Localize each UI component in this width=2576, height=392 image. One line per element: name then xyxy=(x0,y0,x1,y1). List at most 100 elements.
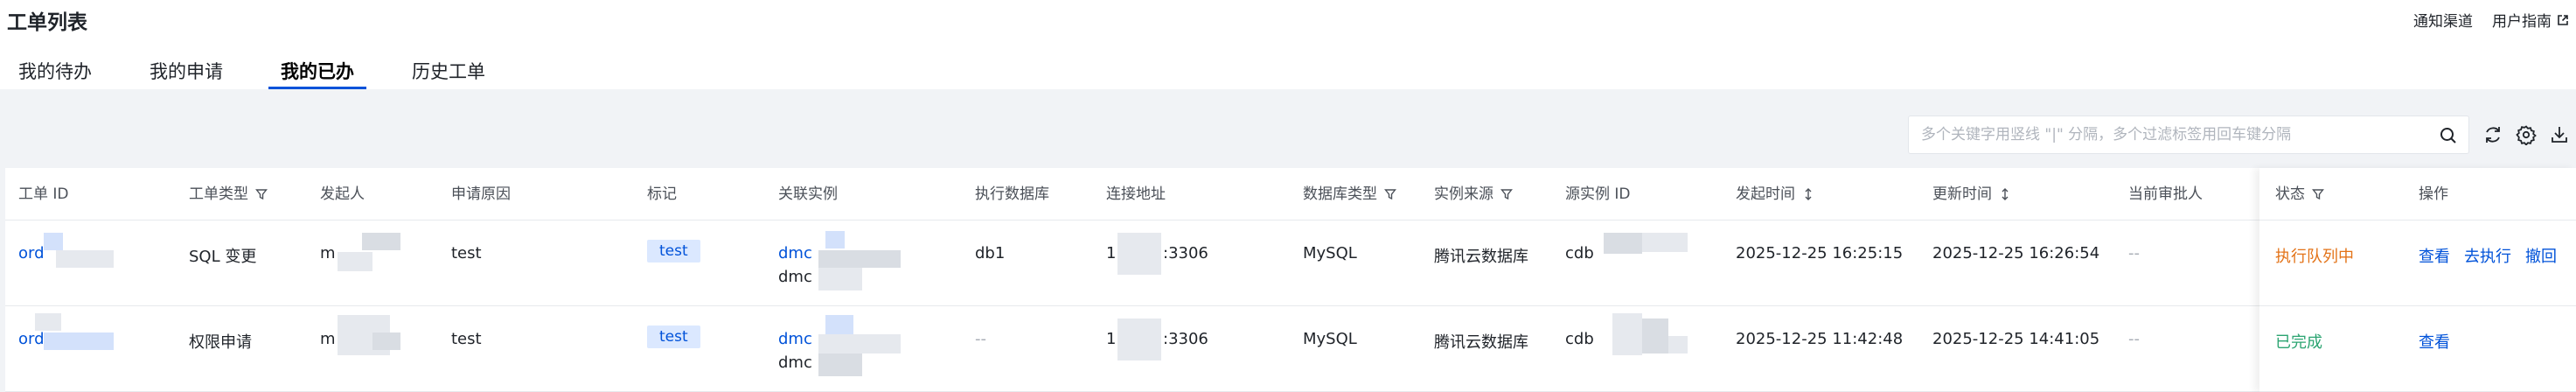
col-instance: 关联实例 xyxy=(778,186,838,203)
col-order-id: 工单 ID xyxy=(18,186,69,203)
mark-cell: test xyxy=(647,326,700,348)
redaction-mask xyxy=(1117,318,1161,360)
instance-name: dmc xyxy=(778,268,812,286)
table-header: 工单 ID 工单类型 发起人 申请原因 标记 关联实例 执行数据库 连接地址 数… xyxy=(5,168,2576,220)
view-button[interactable]: 查看 xyxy=(2419,330,2450,353)
redaction-mask xyxy=(1642,318,1668,354)
filter-icon[interactable] xyxy=(2312,188,2324,200)
page-title: 工单列表 xyxy=(7,11,87,34)
redaction-mask xyxy=(35,313,61,331)
redaction-mask xyxy=(44,332,114,350)
redaction-mask xyxy=(44,233,63,250)
status-badge: 执行队列中 xyxy=(2275,248,2354,266)
redaction-mask xyxy=(362,233,400,250)
source-instance-id: cdb xyxy=(1565,330,1594,348)
redaction-mask xyxy=(1642,233,1688,252)
approver: -- xyxy=(2128,330,2140,348)
updated-time: 2025-12-25 16:26:54 xyxy=(1932,244,2100,262)
redaction-mask xyxy=(1668,336,1688,354)
approver: -- xyxy=(2128,244,2140,262)
exec-db: db1 xyxy=(975,244,1006,262)
initiator: m xyxy=(320,330,336,348)
table-toolbar xyxy=(1908,114,2576,156)
address-prefix: 1 xyxy=(1106,244,1117,262)
created-time: 2025-12-25 16:25:15 xyxy=(1736,244,1904,262)
sort-icon[interactable] xyxy=(1802,188,1814,200)
refresh-button[interactable] xyxy=(2476,116,2510,154)
header-links: 通知渠道 用户指南 xyxy=(2413,9,2569,31)
redaction-mask xyxy=(818,334,901,354)
initiator: m xyxy=(320,244,336,262)
order-id-link[interactable]: ord xyxy=(18,244,45,262)
fixed-table-header: 状态 操作 xyxy=(2259,168,2576,220)
col-order-type: 工单类型 xyxy=(189,168,268,220)
mark-tag: test xyxy=(647,326,700,348)
table-row: ord 权限申请 m test test dmc dmc -- 1 :3306 … xyxy=(5,306,2576,392)
filter-icon[interactable] xyxy=(255,188,268,200)
col-source: 实例来源 xyxy=(1434,168,1513,220)
source-instance-id: cdb xyxy=(1565,244,1594,262)
redaction-mask xyxy=(1612,313,1642,355)
fixed-right-columns: 状态 操作 执行队列中 查看 去执行 撤回 已完成 查看 xyxy=(2259,168,2576,392)
tab-bar: 我的待办 我的申请 我的已办 历史工单 xyxy=(0,49,525,89)
col-db-type: 数据库类型 xyxy=(1303,168,1396,220)
search-input[interactable] xyxy=(1909,116,2468,153)
address-port: :3306 xyxy=(1163,330,1208,348)
col-reason: 申请原因 xyxy=(451,186,511,203)
tab-my-done[interactable]: 我的已办 xyxy=(268,49,366,89)
order-type: SQL 变更 xyxy=(189,248,257,266)
col-status: 状态 xyxy=(2275,168,2324,220)
download-icon xyxy=(2552,127,2567,143)
gear-icon xyxy=(2516,125,2537,145)
mark-tag: test xyxy=(647,240,700,262)
search-icon[interactable] xyxy=(2439,126,2458,145)
created-time: 2025-12-25 11:42:48 xyxy=(1736,330,1904,348)
user-guide-link[interactable]: 用户指南 xyxy=(2492,9,2569,31)
updated-time: 2025-12-25 14:41:05 xyxy=(1932,330,2100,348)
address-port: :3306 xyxy=(1163,244,1208,262)
db-type: MySQL xyxy=(1303,330,1357,348)
order-type: 权限申请 xyxy=(189,333,252,352)
view-button[interactable]: 查看 xyxy=(2419,244,2450,267)
withdraw-button[interactable]: 撤回 xyxy=(2525,244,2557,267)
filter-icon[interactable] xyxy=(1384,188,1396,200)
notify-channel-link[interactable]: 通知渠道 xyxy=(2413,9,2473,31)
execute-button[interactable]: 去执行 xyxy=(2464,244,2511,267)
sort-icon[interactable] xyxy=(1999,188,2011,200)
status-badge: 已完成 xyxy=(2275,333,2322,352)
tab-my-applications[interactable]: 我的申请 xyxy=(150,49,223,89)
instance-source: 腾讯云数据库 xyxy=(1434,333,1528,352)
instance-link[interactable]: dmc xyxy=(778,244,812,262)
address-prefix: 1 xyxy=(1106,330,1117,348)
row-actions: 查看 xyxy=(2419,330,2450,353)
col-initiator: 发起人 xyxy=(320,186,365,203)
col-address: 连接地址 xyxy=(1106,186,1166,203)
col-approver: 当前审批人 xyxy=(2128,186,2203,203)
redaction-mask xyxy=(825,231,845,248)
table-row: ord SQL 变更 m test test dmc dmc db1 1 :33… xyxy=(5,220,2576,306)
exec-db: -- xyxy=(975,330,986,348)
col-mark: 标记 xyxy=(647,186,677,203)
user-guide-label: 用户指南 xyxy=(2492,13,2552,31)
redaction-mask xyxy=(818,250,901,268)
filter-icon[interactable] xyxy=(1500,188,1513,200)
mark-cell: test xyxy=(647,240,700,262)
settings-button[interactable] xyxy=(2510,116,2543,154)
instance-link[interactable]: dmc xyxy=(778,330,812,348)
instance-source: 腾讯云数据库 xyxy=(1434,248,1528,266)
reason: test xyxy=(451,244,482,262)
download-button[interactable] xyxy=(2543,116,2576,154)
redaction-mask xyxy=(825,315,853,334)
redaction-mask xyxy=(818,354,862,376)
redaction-mask xyxy=(338,252,372,271)
tab-history[interactable]: 历史工单 xyxy=(412,49,485,89)
orders-table: 工单 ID 工单类型 发起人 申请原因 标记 关联实例 执行数据库 连接地址 数… xyxy=(5,168,2576,392)
order-id-link[interactable]: ord xyxy=(18,330,45,348)
row-actions: 查看 去执行 撤回 xyxy=(2419,244,2557,267)
table-row: 已完成 查看 xyxy=(2259,306,2576,392)
redaction-mask xyxy=(818,268,862,290)
notify-channel-label: 通知渠道 xyxy=(2413,13,2473,31)
instance-name: dmc xyxy=(778,354,812,372)
col-created: 发起时间 xyxy=(1736,168,1814,220)
tab-my-todo[interactable]: 我的待办 xyxy=(18,49,92,89)
